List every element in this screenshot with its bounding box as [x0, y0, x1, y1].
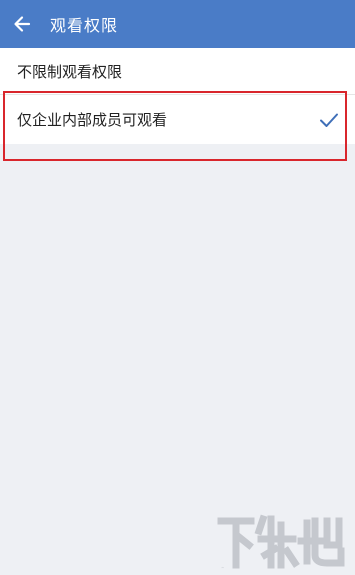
page-title: 观看权限: [50, 16, 119, 35]
app-bar: 观看权限: [0, 0, 355, 48]
back-button[interactable]: [0, 0, 44, 48]
watermark-text: 下载吧: [221, 566, 224, 569]
watermark-logo: 下载吧: [217, 514, 345, 569]
option-unrestricted[interactable]: 不限制观看权限: [0, 48, 355, 94]
option-label: 不限制观看权限: [17, 62, 123, 81]
arrow-left-icon: [14, 16, 31, 32]
highlight-box: [3, 91, 347, 161]
